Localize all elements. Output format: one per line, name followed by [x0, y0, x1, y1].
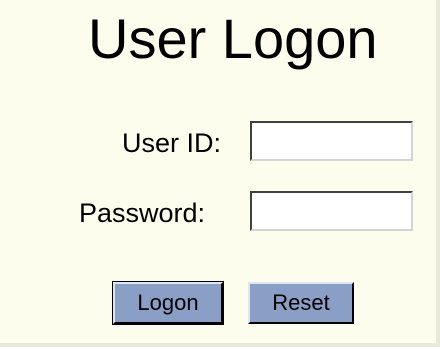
user-id-label: User ID: [122, 128, 222, 158]
password-input[interactable] [250, 191, 413, 231]
password-label: Password: [79, 198, 206, 228]
reset-button[interactable]: Reset [248, 282, 354, 324]
user-id-input[interactable] [250, 121, 413, 161]
logon-button[interactable]: Logon [112, 281, 224, 325]
logon-panel: User Logon User ID: Password: Logon Rese… [0, 0, 440, 347]
page-title: User Logon [88, 7, 378, 70]
